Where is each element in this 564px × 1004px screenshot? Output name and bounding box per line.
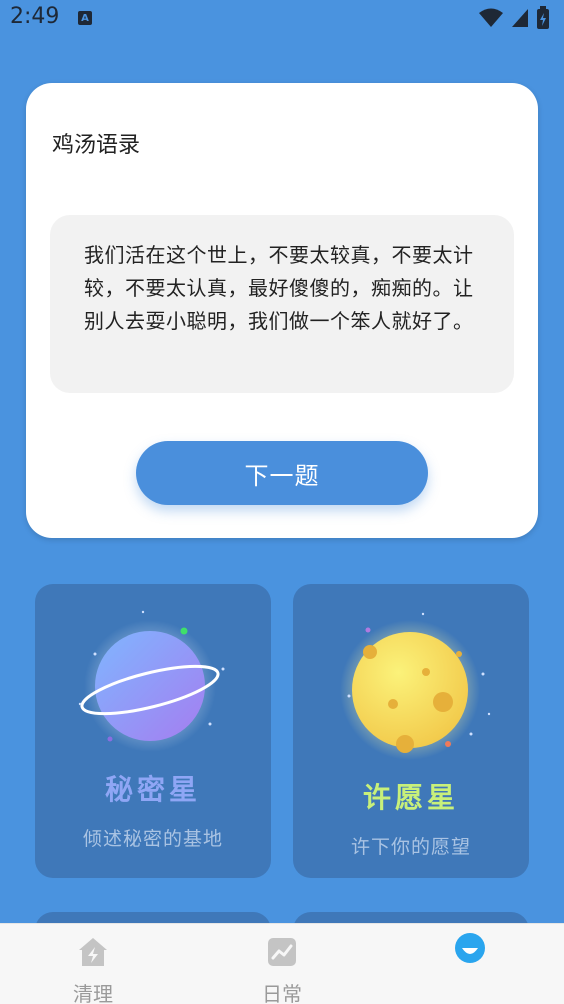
planet-name: 秘密星 (104, 773, 201, 806)
card-title: 鸡汤语录 (52, 133, 141, 158)
status-time: 2:49 (10, 4, 60, 29)
bottom-nav: 清理 日常 (0, 923, 564, 1004)
ringed-planet-icon (78, 610, 225, 752)
trend-chart-icon (268, 938, 296, 966)
planet-subtitle: 许下你的愿望 (350, 836, 471, 858)
status-icons (478, 6, 550, 30)
planet-name: 许愿星 (362, 781, 459, 814)
smile-face-icon (455, 933, 485, 963)
battery-icon (537, 6, 549, 29)
wifi-icon (479, 8, 503, 27)
notification-icon: A (78, 11, 92, 25)
status-bar: 2:49 A (0, 0, 564, 38)
quote-card: 鸡汤语录 我们活在这个世上，不要太较真，不要太计较，不要太认真，最好傻傻的，痴痴… (26, 83, 538, 538)
moon-planet-icon (340, 612, 491, 760)
nav-item-mine[interactable] (410, 924, 530, 1004)
wish-planet-card[interactable]: 许愿星 许下你的愿望 (293, 584, 529, 878)
bolt-house-icon (79, 938, 107, 966)
signal-icon (512, 9, 528, 27)
nav-item-clean[interactable]: 清理 (33, 924, 153, 1004)
nav-item-daily[interactable]: 日常 (222, 924, 342, 1004)
nav-label: 清理 (73, 982, 113, 1004)
quote-text: 我们活在这个世上，不要太较真，不要太计较，不要太认真，最好傻傻的，痴痴的。让别人… (84, 243, 474, 333)
next-question-button[interactable]: 下一题 (136, 441, 428, 505)
quote-box: 我们活在这个世上，不要太较真，不要太计较，不要太认真，最好傻傻的，痴痴的。让别人… (50, 215, 514, 393)
nav-label: 日常 (262, 982, 302, 1004)
secret-planet-card[interactable]: 秘密星 倾述秘密的基地 (35, 584, 271, 878)
planet-subtitle: 倾述秘密的基地 (82, 828, 223, 850)
